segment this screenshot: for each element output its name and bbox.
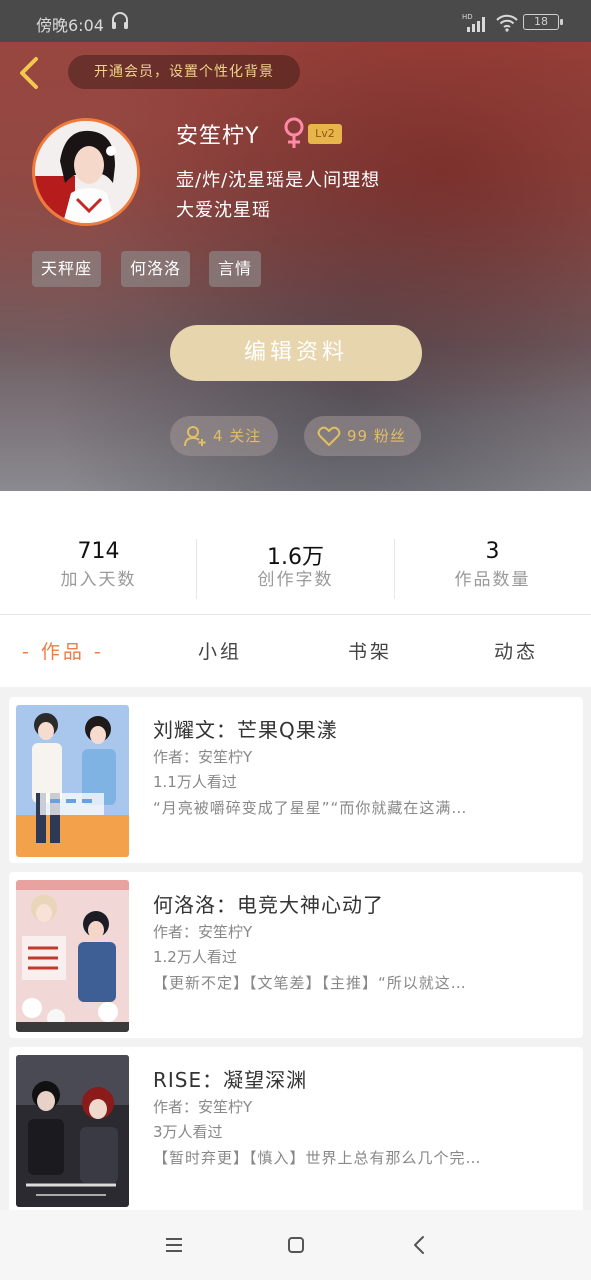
work-summary: “月亮被嚼碎变成了星星”“而你就藏在这满… [153,799,468,817]
work-cover-image [16,705,129,857]
work-read-count: 3万人看过 [153,1123,223,1141]
stats-panel: 714 加入天数 1.6万 创作字数 3 作品数量 [0,491,591,615]
profile-tabs: - 作品 - 小组 书架 动态 [0,615,591,687]
divider [394,539,395,599]
work-summary: 【更新不定】【文笔差】【主推】“所以就这… [153,974,467,992]
work-read-count: 1.2万人看过 [153,948,237,966]
tag-zodiac[interactable]: 天秤座 [32,251,102,287]
battery-indicator: 18 [523,14,563,30]
work-title: 何洛洛：电竞大神心动了 [153,893,384,917]
stat-label: 创作字数 [257,570,334,590]
level-badge: Lv2 [308,124,342,144]
home-icon[interactable] [284,1234,308,1256]
back-arrow-icon[interactable] [14,55,44,91]
stat-label: 作品数量 [454,570,531,590]
back-icon[interactable] [408,1234,432,1256]
add-person-icon [184,426,206,447]
edit-profile-button[interactable]: 编辑资料 [170,325,422,381]
status-bar: 傍晚6:04 HD 18 [0,0,591,42]
work-read-count: 1.1万人看过 [153,773,237,791]
work-card[interactable]: 何洛洛：电竞大神心动了 作者：安笙柠Y 1.2万人看过 【更新不定】【文笔差】【… [9,872,583,1038]
female-icon [284,117,304,148]
stat-value: 3 [485,539,500,564]
divider [196,539,197,599]
tab-moments[interactable]: 动态 [494,637,538,664]
stat-works-count: 3 作品数量 [394,491,591,615]
username: 安笙柠Y [176,124,260,149]
bio-line-1: 壶/炸/沈星瑶是人间理想 [176,170,381,191]
vip-background-banner[interactable]: 开通会员，设置个性化背景 [68,55,300,89]
fans-button[interactable]: 99 粉丝 [304,416,421,456]
heart-icon [317,426,341,446]
tab-groups[interactable]: 小组 [198,637,242,664]
stat-days-joined: 714 加入天数 [0,491,197,615]
headset-icon [112,12,128,29]
work-cover-image [16,880,129,1032]
stat-words-written: 1.6万 创作字数 [197,491,394,615]
bio-line-2: 大爱沈星瑶 [176,200,271,221]
stat-label: 加入天数 [60,570,137,590]
profile-header: 傍晚6:04 HD 18 开通会员，设置个性化背景 安笙柠Y Lv2 壶/炸/沈… [0,0,591,491]
work-title: RISE：凝望深渊 [153,1068,308,1092]
tag-genre[interactable]: 言情 [209,251,262,287]
fans-count: 99 粉丝 [347,427,406,445]
work-author: 作者：安笙柠Y [153,1098,253,1116]
work-author: 作者：安笙柠Y [153,923,253,941]
system-navigation-bar [0,1210,591,1280]
avatar[interactable] [32,118,140,226]
tab-bookshelf[interactable]: 书架 [348,637,392,664]
work-author: 作者：安笙柠Y [153,748,253,766]
tab-works[interactable]: - 作品 - [22,637,104,664]
tag-idol[interactable]: 何洛洛 [121,251,191,287]
wifi-icon [496,14,518,32]
work-title: 刘耀文：芒果Q果漾 [153,718,338,742]
svg-text:HD: HD [462,13,473,21]
work-card[interactable]: RISE：凝望深渊 作者：安笙柠Y 3万人看过 【暂时弃更】【慎入】世界上总有那… [9,1047,583,1213]
work-card[interactable]: 刘耀文：芒果Q果漾 作者：安笙柠Y 1.1万人看过 “月亮被嚼碎变成了星星”“而… [9,697,583,863]
menu-icon[interactable] [162,1234,186,1256]
work-cover-image [16,1055,129,1207]
work-summary: 【暂时弃更】【慎入】世界上总有那么几个完… [153,1149,482,1167]
following-count: 4 关注 [213,427,262,445]
signal-icon: HD [462,13,485,32]
stat-value: 714 [77,539,120,564]
status-time: 傍晚6:04 [36,16,104,35]
following-button[interactable]: 4 关注 [170,416,278,456]
